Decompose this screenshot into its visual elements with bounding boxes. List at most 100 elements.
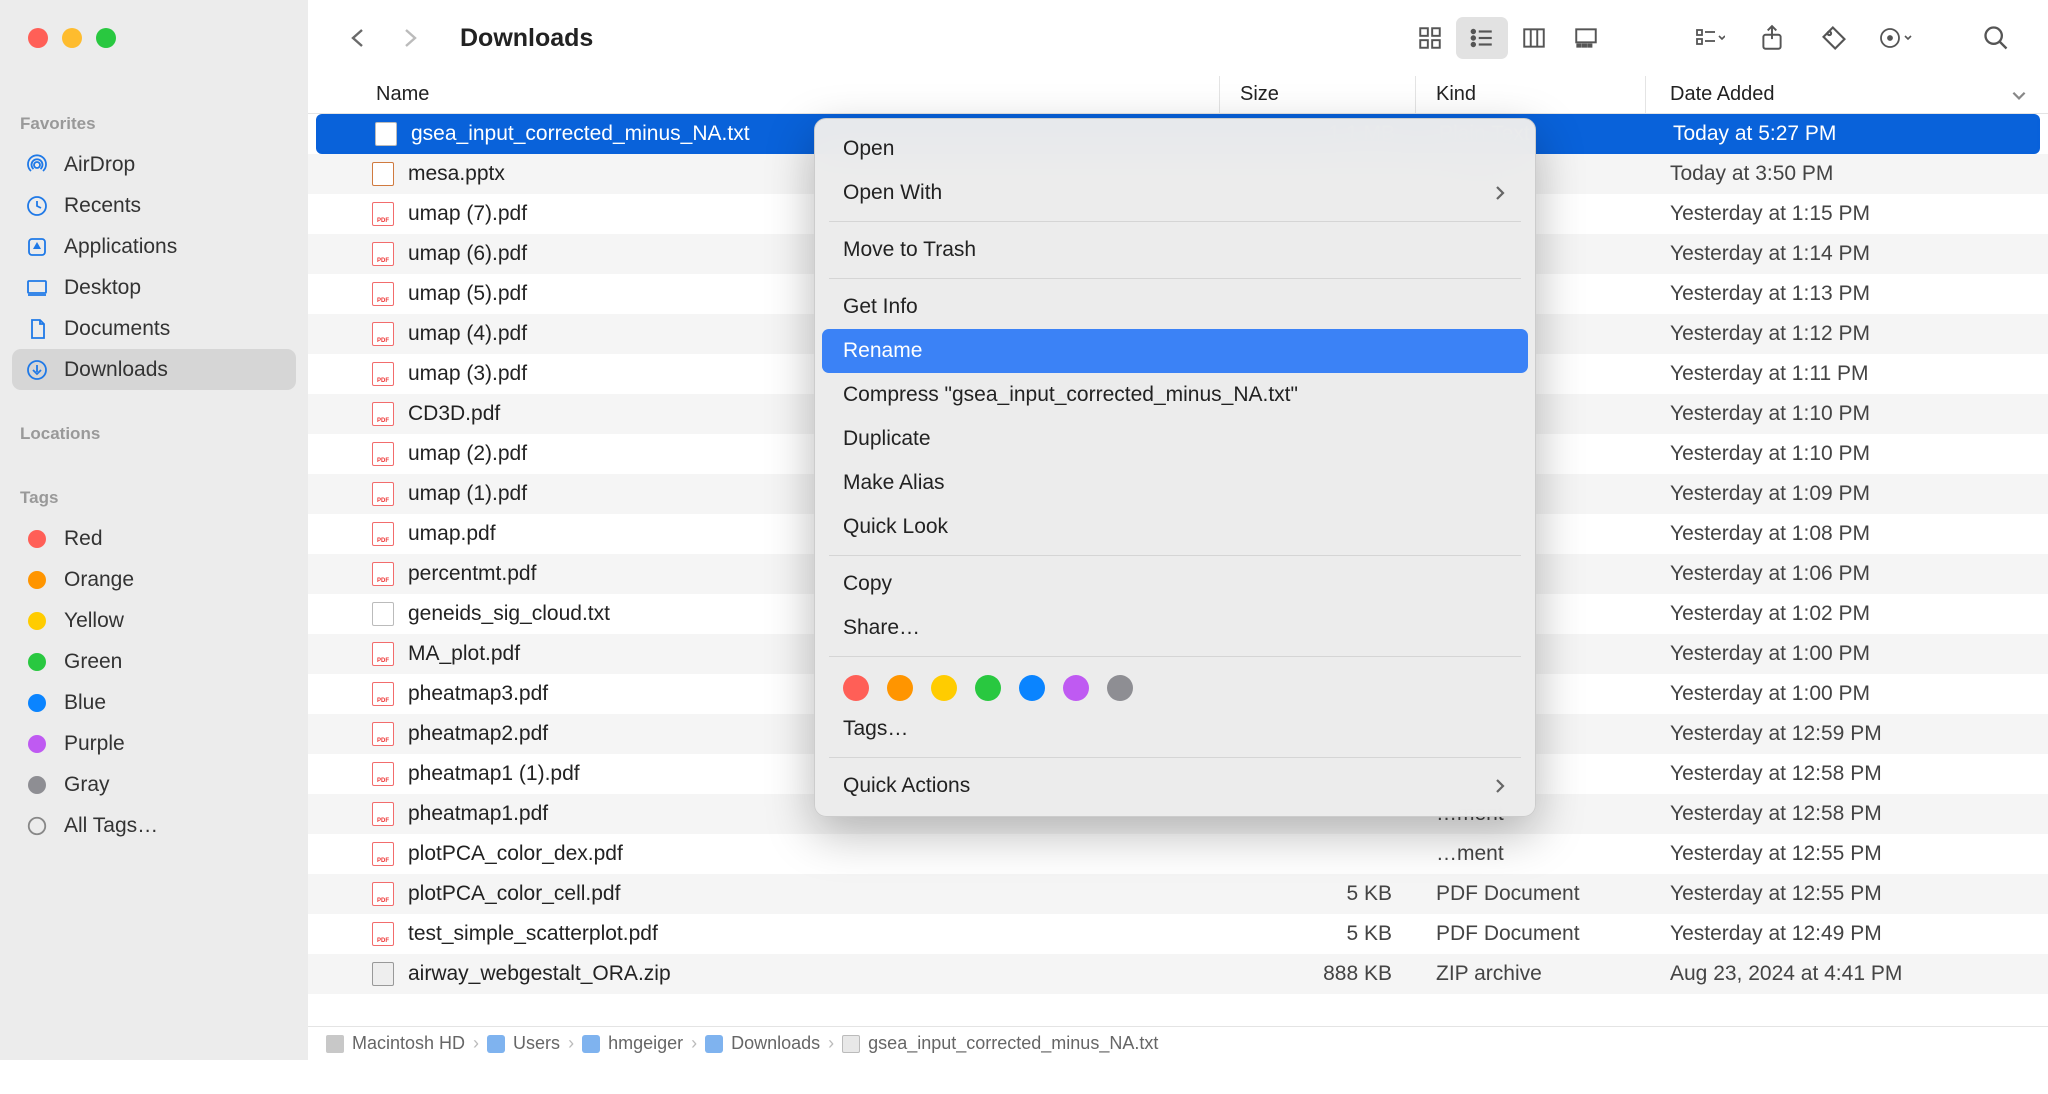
group-button[interactable] [1688,17,1732,59]
disclosure-triangle-icon[interactable] [344,567,358,581]
file-name-label: umap (2).pdf [408,442,527,466]
action-button[interactable] [1874,17,1918,59]
forward-button[interactable] [398,26,422,50]
path-item-label: hmgeiger [608,1033,683,1054]
tag-color-dot[interactable] [843,675,869,701]
path-separator-icon: › [691,1033,697,1054]
sidebar-item-label: Red [64,527,103,551]
path-item[interactable]: hmgeiger [582,1033,683,1054]
path-item[interactable]: gsea_input_corrected_minus_NA.txt [842,1033,1158,1054]
disclosure-triangle-icon[interactable] [347,127,361,141]
column-view-button[interactable] [1508,17,1560,59]
path-item-label: Users [513,1033,560,1054]
context-menu-item-move-to-trash[interactable]: Move to Trash [815,228,1535,272]
folder-icon [705,1035,723,1053]
disclosure-triangle-icon[interactable] [344,447,358,461]
context-menu-item-quick-look[interactable]: Quick Look [815,505,1535,549]
disclosure-triangle-icon[interactable] [344,887,358,901]
disclosure-triangle-icon[interactable] [344,967,358,981]
disclosure-triangle-icon[interactable] [344,367,358,381]
disclosure-triangle-icon[interactable] [344,247,358,261]
tag-color-dot[interactable] [1107,675,1133,701]
column-header-kind[interactable]: Kind [1416,76,1646,113]
disclosure-triangle-icon[interactable] [344,767,358,781]
context-menu-item-rename[interactable]: Rename [822,329,1528,373]
disclosure-triangle-icon[interactable] [344,207,358,221]
file-name-label: pheatmap1.pdf [408,802,548,826]
icon-view-button[interactable] [1404,17,1456,59]
sidebar-item-gray[interactable]: Gray [12,764,296,805]
tag-color-dot[interactable] [1019,675,1045,701]
pdf-file-icon [372,642,394,666]
back-button[interactable] [346,26,370,50]
sidebar-item-yellow[interactable]: Yellow [12,600,296,641]
downloads-icon [24,357,50,383]
sidebar-item-green[interactable]: Green [12,641,296,682]
file-name-label: gsea_input_corrected_minus_NA.txt [411,122,750,146]
file-row[interactable]: plotPCA_color_dex.pdf…mentYesterday at 1… [308,834,2048,874]
disclosure-triangle-icon[interactable] [344,807,358,821]
context-menu-item-copy[interactable]: Copy [815,562,1535,606]
context-menu-item-share[interactable]: Share… [815,606,1535,650]
list-view-button[interactable] [1456,17,1508,59]
pdf-file-icon [372,482,394,506]
column-header-date[interactable]: Date Added [1646,76,2048,113]
share-button[interactable] [1750,17,1794,59]
sidebar-item-orange[interactable]: Orange [12,559,296,600]
disclosure-triangle-icon[interactable] [344,847,358,861]
context-menu-item-tags[interactable]: Tags… [815,707,1535,751]
sidebar-item-all-tags-[interactable]: All Tags… [12,805,296,846]
sidebar-item-red[interactable]: Red [12,518,296,559]
context-menu-item-label: Move to Trash [843,238,976,262]
context-menu-item-get-info[interactable]: Get Info [815,285,1535,329]
tag-color-dot[interactable] [887,675,913,701]
disclosure-triangle-icon[interactable] [344,287,358,301]
file-date-cell: Yesterday at 1:15 PM [1646,202,2048,226]
context-menu-item-compress-gsea-input-corrected-minus-na-txt[interactable]: Compress "gsea_input_corrected_minus_NA.… [815,373,1535,417]
path-item[interactable]: Downloads [705,1033,820,1054]
column-header-size[interactable]: Size [1220,76,1416,113]
sidebar-item-recents[interactable]: Recents [12,185,296,226]
zoom-window-button[interactable] [96,28,116,48]
file-row[interactable]: plotPCA_color_cell.pdf5 KBPDF DocumentYe… [308,874,2048,914]
context-menu-tags-row [815,663,1535,707]
disclosure-triangle-icon[interactable] [344,167,358,181]
sidebar-item-documents[interactable]: Documents [12,308,296,349]
sidebar-section-header: Tags [12,454,296,518]
close-window-button[interactable] [28,28,48,48]
path-item[interactable]: Users [487,1033,560,1054]
sidebar-item-blue[interactable]: Blue [12,682,296,723]
tag-color-dot[interactable] [931,675,957,701]
column-header-name[interactable]: Name [308,76,1220,113]
gallery-view-button[interactable] [1560,17,1612,59]
sidebar-item-downloads[interactable]: Downloads [12,349,296,390]
minimize-window-button[interactable] [62,28,82,48]
context-menu-item-make-alias[interactable]: Make Alias [815,461,1535,505]
sidebar-item-purple[interactable]: Purple [12,723,296,764]
file-row[interactable]: airway_webgestalt_ORA.zip888 KBZIP archi… [308,954,2048,994]
disclosure-triangle-icon[interactable] [344,487,358,501]
tag-color-dot[interactable] [975,675,1001,701]
path-item[interactable]: Macintosh HD [326,1033,465,1054]
disclosure-triangle-icon[interactable] [344,407,358,421]
search-button[interactable] [1974,17,2018,59]
disclosure-triangle-icon[interactable] [344,927,358,941]
context-menu-item-quick-actions[interactable]: Quick Actions [815,764,1535,808]
tag-color-dot[interactable] [1063,675,1089,701]
context-menu-item-label: Quick Actions [843,774,970,798]
tags-button[interactable] [1812,17,1856,59]
context-menu-item-open[interactable]: Open [815,127,1535,171]
sidebar-item-airdrop[interactable]: AirDrop [12,144,296,185]
disclosure-triangle-icon[interactable] [344,327,358,341]
file-row[interactable]: test_simple_scatterplot.pdf5 KBPDF Docum… [308,914,2048,954]
sidebar-item-desktop[interactable]: Desktop [12,267,296,308]
disclosure-triangle-icon[interactable] [344,687,358,701]
disclosure-triangle-icon[interactable] [344,647,358,661]
disclosure-triangle-icon[interactable] [344,607,358,621]
disclosure-triangle-icon[interactable] [344,527,358,541]
disclosure-triangle-icon[interactable] [344,727,358,741]
context-menu-item-duplicate[interactable]: Duplicate [815,417,1535,461]
main-area: Downloads Name Size Kind [308,0,2048,1060]
context-menu-item-open-with[interactable]: Open With [815,171,1535,215]
sidebar-item-applications[interactable]: Applications [12,226,296,267]
